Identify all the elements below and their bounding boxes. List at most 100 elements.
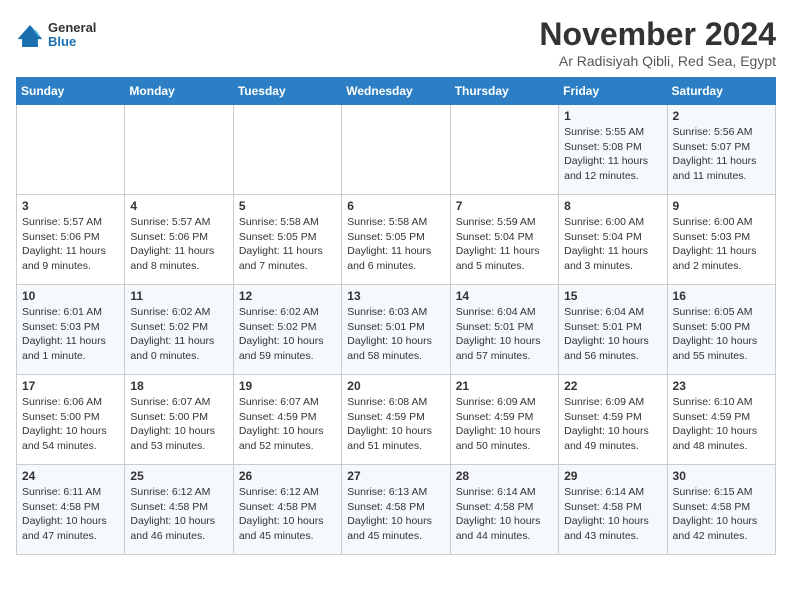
svg-text:Blue: Blue (48, 34, 76, 49)
day-number: 11 (130, 289, 227, 303)
weekday-header-wednesday: Wednesday (342, 78, 450, 105)
day-number: 5 (239, 199, 336, 213)
day-number: 21 (456, 379, 553, 393)
day-info: Sunrise: 6:09 AM Sunset: 4:59 PM Dayligh… (564, 395, 661, 454)
weekday-header-monday: Monday (125, 78, 233, 105)
day-number: 9 (673, 199, 770, 213)
day-info: Sunrise: 6:04 AM Sunset: 5:01 PM Dayligh… (456, 305, 553, 364)
calendar-cell (342, 105, 450, 195)
day-info: Sunrise: 6:03 AM Sunset: 5:01 PM Dayligh… (347, 305, 444, 364)
weekday-header-thursday: Thursday (450, 78, 558, 105)
calendar-cell: 11 Sunrise: 6:02 AM Sunset: 5:02 PM Dayli… (125, 285, 233, 375)
day-number: 26 (239, 469, 336, 483)
calendar-week-3: 10 Sunrise: 6:01 AM Sunset: 5:03 PM Dayli… (17, 285, 776, 375)
day-number: 10 (22, 289, 119, 303)
day-number: 28 (456, 469, 553, 483)
calendar-cell: 15 Sunrise: 6:04 AM Sunset: 5:01 PM Dayli… (559, 285, 667, 375)
calendar-week-1: 1Sunrise: 5:55 AM Sunset: 5:08 PM Daylig… (17, 105, 776, 195)
day-number: 3 (22, 199, 119, 213)
day-info: Sunrise: 5:58 AM Sunset: 5:05 PM Dayligh… (347, 215, 444, 274)
day-info: Sunrise: 6:02 AM Sunset: 5:02 PM Dayligh… (239, 305, 336, 364)
day-info: Sunrise: 6:04 AM Sunset: 5:01 PM Dayligh… (564, 305, 661, 364)
calendar-cell: 6Sunrise: 5:58 AM Sunset: 5:05 PM Daylig… (342, 195, 450, 285)
calendar-cell: 19Sunrise: 6:07 AM Sunset: 4:59 PM Dayli… (233, 375, 341, 465)
calendar-cell: 3 Sunrise: 5:57 AM Sunset: 5:06 PM Daylig… (17, 195, 125, 285)
day-info: Sunrise: 6:11 AM Sunset: 4:58 PM Dayligh… (22, 485, 119, 544)
day-info: Sunrise: 6:15 AM Sunset: 4:58 PM Dayligh… (673, 485, 770, 544)
calendar-cell: 22 Sunrise: 6:09 AM Sunset: 4:59 PM Dayli… (559, 375, 667, 465)
weekday-header-sunday: Sunday (17, 78, 125, 105)
day-info: Sunrise: 6:10 AM Sunset: 4:59 PM Dayligh… (673, 395, 770, 454)
day-info: Sunrise: 6:05 AM Sunset: 5:00 PM Dayligh… (673, 305, 770, 364)
day-number: 25 (130, 469, 227, 483)
weekday-header-saturday: Saturday (667, 78, 775, 105)
calendar-cell: 16 Sunrise: 6:05 AM Sunset: 5:00 PM Dayli… (667, 285, 775, 375)
weekday-header-friday: Friday (559, 78, 667, 105)
svg-text:General: General (48, 20, 96, 35)
day-info: Sunrise: 6:12 AM Sunset: 4:58 PM Dayligh… (239, 485, 336, 544)
calendar-cell: 2Sunrise: 5:56 AM Sunset: 5:07 PM Daylig… (667, 105, 775, 195)
day-info: Sunrise: 6:01 AM Sunset: 5:03 PM Dayligh… (22, 305, 119, 364)
logo: General Blue (16, 16, 108, 57)
weekday-header-row: SundayMondayTuesdayWednesdayThursdayFrid… (17, 78, 776, 105)
day-info: Sunrise: 6:13 AM Sunset: 4:58 PM Dayligh… (347, 485, 444, 544)
day-number: 14 (456, 289, 553, 303)
day-number: 17 (22, 379, 119, 393)
calendar-cell: 17 Sunrise: 6:06 AM Sunset: 5:00 PM Dayli… (17, 375, 125, 465)
day-number: 12 (239, 289, 336, 303)
calendar-cell: 18 Sunrise: 6:07 AM Sunset: 5:00 PM Dayli… (125, 375, 233, 465)
day-number: 16 (673, 289, 770, 303)
calendar-cell (233, 105, 341, 195)
calendar-cell: 10 Sunrise: 6:01 AM Sunset: 5:03 PM Dayli… (17, 285, 125, 375)
day-info: Sunrise: 6:06 AM Sunset: 5:00 PM Dayligh… (22, 395, 119, 454)
weekday-header-tuesday: Tuesday (233, 78, 341, 105)
calendar-cell: 7Sunrise: 5:59 AM Sunset: 5:04 PM Daylig… (450, 195, 558, 285)
logo-svg: General Blue (48, 16, 108, 52)
calendar-week-2: 3 Sunrise: 5:57 AM Sunset: 5:06 PM Daylig… (17, 195, 776, 285)
day-number: 27 (347, 469, 444, 483)
day-info: Sunrise: 5:55 AM Sunset: 5:08 PM Dayligh… (564, 125, 661, 184)
day-number: 13 (347, 289, 444, 303)
calendar-cell: 24 Sunrise: 6:11 AM Sunset: 4:58 PM Dayli… (17, 465, 125, 555)
day-info: Sunrise: 6:09 AM Sunset: 4:59 PM Dayligh… (456, 395, 553, 454)
day-info: Sunrise: 6:14 AM Sunset: 4:58 PM Dayligh… (564, 485, 661, 544)
logo-text: General Blue (48, 16, 108, 57)
day-info: Sunrise: 6:00 AM Sunset: 5:04 PM Dayligh… (564, 215, 661, 274)
calendar-cell: 29 Sunrise: 6:14 AM Sunset: 4:58 PM Dayli… (559, 465, 667, 555)
calendar-cell: 12 Sunrise: 6:02 AM Sunset: 5:02 PM Dayli… (233, 285, 341, 375)
calendar-cell: 27 Sunrise: 6:13 AM Sunset: 4:58 PM Dayli… (342, 465, 450, 555)
location-subtitle: Ar Radisiyah Qibli, Red Sea, Egypt (539, 53, 776, 69)
day-number: 7 (456, 199, 553, 213)
calendar-week-5: 24 Sunrise: 6:11 AM Sunset: 4:58 PM Dayli… (17, 465, 776, 555)
day-number: 20 (347, 379, 444, 393)
day-number: 15 (564, 289, 661, 303)
calendar-cell: 8 Sunrise: 6:00 AM Sunset: 5:04 PM Daylig… (559, 195, 667, 285)
calendar-cell: 23 Sunrise: 6:10 AM Sunset: 4:59 PM Dayli… (667, 375, 775, 465)
calendar-cell: 4 Sunrise: 5:57 AM Sunset: 5:06 PM Daylig… (125, 195, 233, 285)
calendar-cell (125, 105, 233, 195)
day-info: Sunrise: 6:14 AM Sunset: 4:58 PM Dayligh… (456, 485, 553, 544)
day-number: 24 (22, 469, 119, 483)
day-info: Sunrise: 5:58 AM Sunset: 5:05 PM Dayligh… (239, 215, 336, 274)
day-number: 18 (130, 379, 227, 393)
day-info: Sunrise: 5:57 AM Sunset: 5:06 PM Dayligh… (130, 215, 227, 274)
calendar-cell: 13 Sunrise: 6:03 AM Sunset: 5:01 PM Dayli… (342, 285, 450, 375)
calendar-cell (17, 105, 125, 195)
day-number: 29 (564, 469, 661, 483)
day-info: Sunrise: 6:07 AM Sunset: 4:59 PM Dayligh… (239, 395, 336, 454)
day-info: Sunrise: 6:00 AM Sunset: 5:03 PM Dayligh… (673, 215, 770, 274)
day-info: Sunrise: 5:57 AM Sunset: 5:06 PM Dayligh… (22, 215, 119, 274)
calendar-cell: 26 Sunrise: 6:12 AM Sunset: 4:58 PM Dayli… (233, 465, 341, 555)
day-info: Sunrise: 6:07 AM Sunset: 5:00 PM Dayligh… (130, 395, 227, 454)
day-info: Sunrise: 6:12 AM Sunset: 4:58 PM Dayligh… (130, 485, 227, 544)
calendar-cell: 21 Sunrise: 6:09 AM Sunset: 4:59 PM Dayli… (450, 375, 558, 465)
day-number: 23 (673, 379, 770, 393)
calendar-week-4: 17 Sunrise: 6:06 AM Sunset: 5:00 PM Dayli… (17, 375, 776, 465)
page-header: General Blue November 2024 Ar Radisiyah … (16, 16, 776, 69)
day-info: Sunrise: 6:02 AM Sunset: 5:02 PM Dayligh… (130, 305, 227, 364)
day-number: 22 (564, 379, 661, 393)
day-number: 4 (130, 199, 227, 213)
calendar-table: SundayMondayTuesdayWednesdayThursdayFrid… (16, 77, 776, 555)
day-number: 8 (564, 199, 661, 213)
calendar-cell: 9 Sunrise: 6:00 AM Sunset: 5:03 PM Daylig… (667, 195, 775, 285)
